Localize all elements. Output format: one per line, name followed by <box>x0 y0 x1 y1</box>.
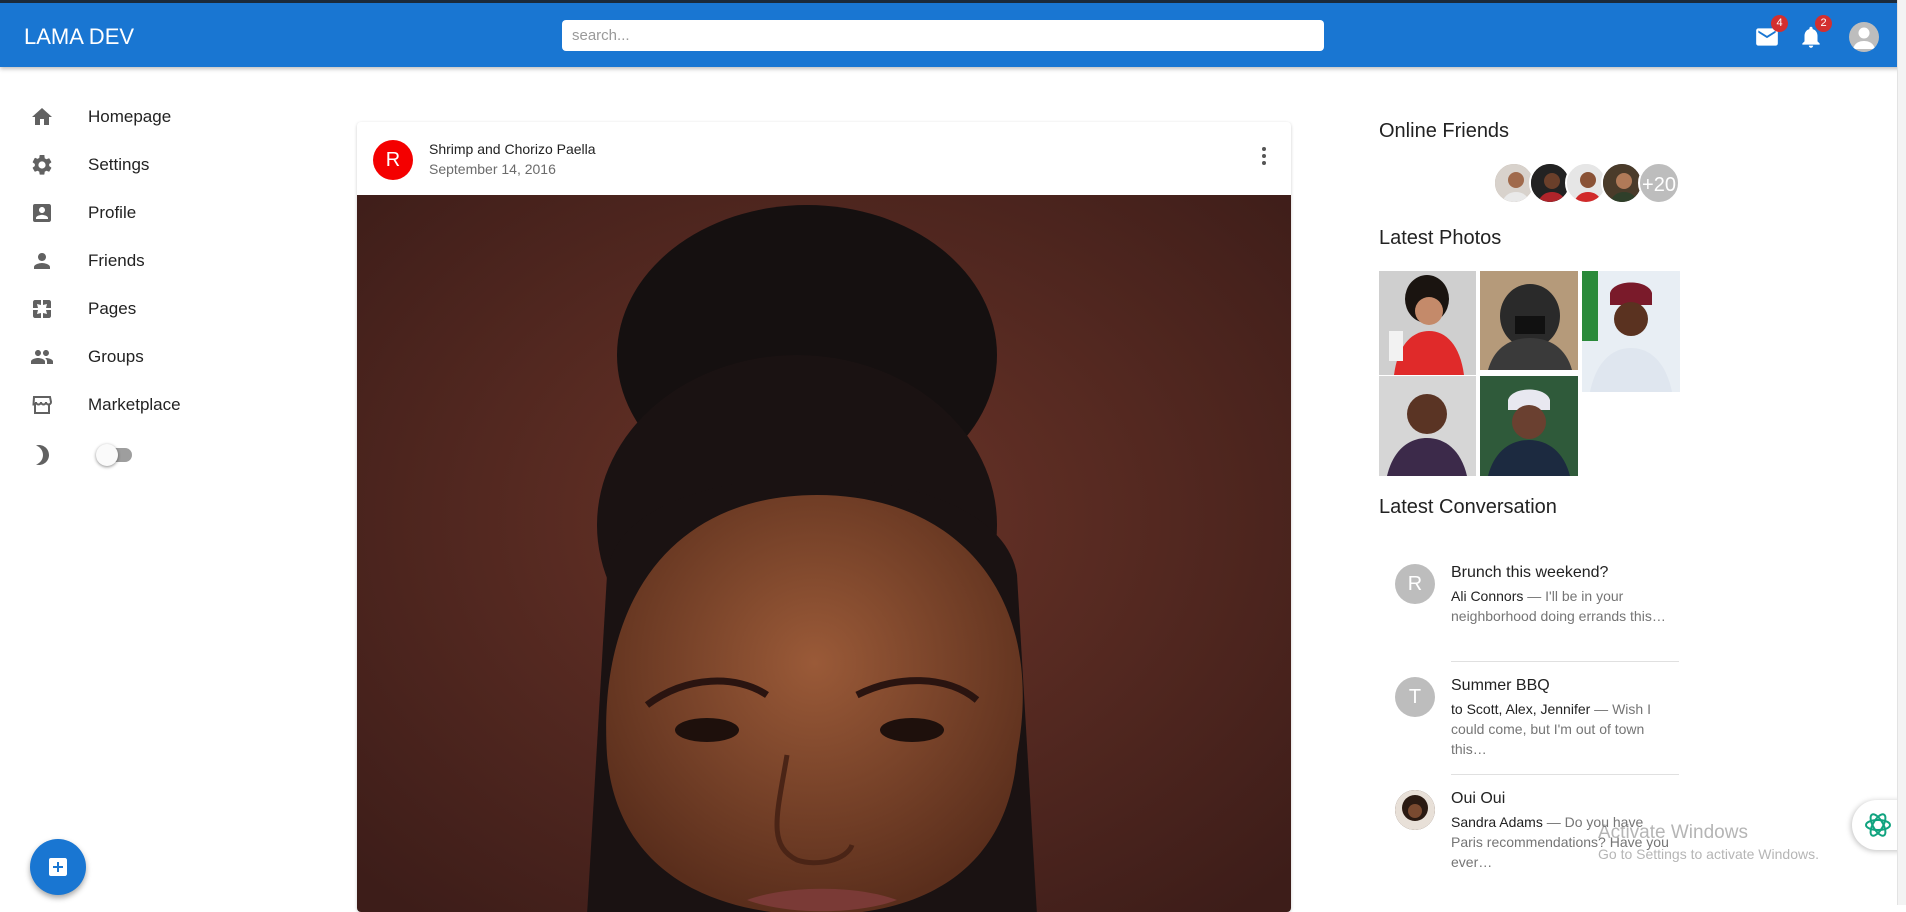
dark-mode-switch[interactable] <box>96 444 134 466</box>
conversation-title: Brunch this weekend? <box>1451 564 1609 581</box>
conversation-avatar <box>1395 790 1435 830</box>
conversation-sender: Ali Connors <box>1451 588 1524 604</box>
sidebar-item-groups[interactable]: Groups <box>30 342 144 372</box>
home-icon <box>32 108 52 125</box>
latest-photos-heading: Latest Photos <box>1379 227 1502 249</box>
scrollbar[interactable] <box>1897 0 1906 905</box>
conversation-item[interactable]: T Summer BBQ to Scott, Alex, Jennifer — … <box>1379 671 1679 771</box>
post-date: September 14, 2016 <box>429 161 556 177</box>
app-bar: LAMA DEV 4 2 <box>0 0 1906 67</box>
person-icon <box>34 253 50 269</box>
sidebar-item-label: Pages <box>88 299 137 318</box>
user-icon <box>1853 27 1875 49</box>
conversation-item[interactable]: R Brunch this weekend? Ali Connors — I'l… <box>1379 558 1679 658</box>
activate-windows-subtitle: Go to Settings to activate Windows. <box>1598 846 1819 862</box>
post-avatar[interactable]: R <box>373 140 413 180</box>
conversation-sender: Sandra Adams <box>1451 814 1543 830</box>
photo-thumb[interactable] <box>1379 376 1476 476</box>
conversation-title: Oui Oui <box>1451 790 1506 807</box>
user-avatar[interactable] <box>1849 22 1879 52</box>
notifications-button[interactable]: 2 <box>1798 15 1832 50</box>
sidebar-item-label: Settings <box>88 155 150 174</box>
photo-thumb[interactable] <box>1582 271 1680 392</box>
add-box-icon <box>49 858 67 876</box>
sidebar-item-settings[interactable]: Settings <box>30 150 149 180</box>
add-post-button[interactable] <box>30 839 86 895</box>
conversation-preview: to Scott, Alex, Jennifer — Wish I could … <box>1451 699 1669 759</box>
photo-thumb[interactable] <box>1480 271 1578 370</box>
mail-badge: 4 <box>1771 15 1788 32</box>
conversation-preview: Ali Connors — I'll be in your neighborho… <box>1451 586 1669 626</box>
openai-icon <box>1865 813 1891 837</box>
sidebar-item-label: Profile <box>88 203 137 222</box>
photo-thumb[interactable] <box>1480 376 1578 476</box>
post-title: Shrimp and Chorizo Paella <box>429 141 596 157</box>
latest-conversation-heading: Latest Conversation <box>1379 496 1557 518</box>
online-friends-heading: Online Friends <box>1379 120 1510 142</box>
switch-thumb <box>96 444 118 466</box>
avatar-photo <box>1395 790 1435 830</box>
app-logo[interactable]: LAMA DEV <box>24 24 134 50</box>
storefront-icon <box>32 396 53 414</box>
mail-button[interactable]: 4 <box>1754 15 1788 50</box>
more-vert-icon[interactable] <box>1252 144 1276 168</box>
sidebar-item-pages[interactable]: Pages <box>30 294 136 324</box>
search-input[interactable] <box>562 20 1324 51</box>
conversation-sender: to Scott, Alex, Jennifer <box>1451 701 1591 717</box>
gear-icon <box>32 154 52 175</box>
conversation-avatar: T <box>1395 677 1435 717</box>
photo-thumb[interactable] <box>1379 271 1476 375</box>
sidebar-item-label: Marketplace <box>88 395 181 414</box>
sidebar-item-label: Homepage <box>88 107 172 126</box>
group-icon <box>31 350 53 364</box>
divider <box>1451 661 1679 662</box>
activate-windows-title: Activate Windows <box>1598 822 1748 843</box>
conversation-title: Summer BBQ <box>1451 677 1550 694</box>
sidebar-item-marketplace[interactable]: Marketplace <box>30 390 181 420</box>
sidebar-item-profile[interactable]: Profile <box>30 198 136 228</box>
friend-avatar[interactable] <box>1601 162 1643 204</box>
pages-icon <box>33 300 51 318</box>
sidebar-item-homepage[interactable]: Homepage <box>30 102 171 132</box>
notifications-badge: 2 <box>1815 15 1832 32</box>
divider <box>1451 774 1679 775</box>
conversation-avatar: R <box>1395 564 1435 604</box>
post-image <box>357 195 1291 912</box>
dark-mode-row <box>30 440 54 470</box>
online-friends-more[interactable]: +20 <box>1638 162 1680 204</box>
sidebar-item-friends[interactable]: Friends <box>30 246 145 276</box>
account-box-icon <box>33 204 51 222</box>
sidebar-item-label: Friends <box>88 251 145 270</box>
sidebar-item-label: Groups <box>88 347 144 366</box>
moon-icon <box>36 445 49 465</box>
post-card: R Shrimp and Chorizo Paella September 14… <box>357 122 1291 912</box>
